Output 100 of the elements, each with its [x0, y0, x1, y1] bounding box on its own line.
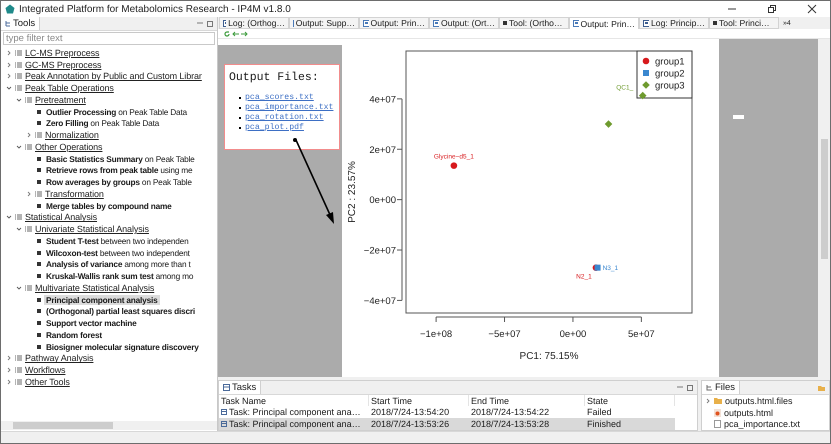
list-icon: [15, 62, 22, 68]
tool-item[interactable]: Support vector machine: [44, 318, 139, 328]
tool-item[interactable]: Student T-test between two independen: [44, 236, 190, 246]
tool-item[interactable]: Basic Statistics Summary on Peak Table: [44, 154, 197, 164]
tool-item[interactable]: Outlier Processing on Peak Table Data: [44, 106, 189, 117]
tool-item[interactable]: Row averages by groups on Peak Table: [44, 177, 194, 188]
task-icon: [221, 421, 227, 427]
minimize-icon[interactable]: [197, 20, 203, 26]
file-item[interactable]: pca_importance.txt: [702, 418, 829, 430]
y-tick-label: 0e+00: [369, 195, 396, 206]
forward-arrow-icon[interactable]: [241, 30, 248, 36]
tree-category[interactable]: Multivariate Statistical Analysis: [35, 282, 154, 293]
tools-tab[interactable]: Tools: [1, 17, 40, 30]
tool-item[interactable]: Wilcoxon-test between two independent: [44, 248, 192, 258]
output-files-title: Output Files:: [229, 71, 320, 84]
tree-category[interactable]: LC-MS Preprocess: [25, 48, 100, 58]
bullet-icon: [37, 321, 41, 326]
tree-category[interactable]: Transformation: [45, 188, 104, 199]
chevron-down-icon[interactable]: [16, 96, 22, 103]
chevron-down-icon[interactable]: [16, 284, 22, 291]
close-icon: [807, 4, 817, 14]
tree-category[interactable]: Peak Table Operations: [25, 83, 114, 94]
tool-item[interactable]: Random forest: [44, 330, 104, 340]
tree-category[interactable]: Other Tools: [25, 376, 70, 387]
files-icon: [706, 384, 713, 391]
text-file-icon: [714, 420, 721, 428]
vertical-scrollbar[interactable]: [818, 39, 830, 377]
file-link[interactable]: pca_rotation.txt: [245, 113, 324, 122]
chevron-right-icon[interactable]: [6, 378, 12, 385]
chevron-down-icon[interactable]: [6, 214, 12, 220]
back-arrow-icon[interactable]: [232, 30, 239, 36]
chevron-right-icon[interactable]: [6, 367, 12, 374]
editor-tab[interactable]: Log: (Orthog…: [219, 17, 289, 29]
file-item[interactable]: outputs.html: [702, 406, 829, 418]
tool-item[interactable]: Biosigner molecular signature discovery: [44, 342, 201, 352]
editor-tab[interactable]: Log: Princip…: [639, 17, 709, 29]
bullet-icon: [37, 332, 41, 337]
list-icon: [15, 50, 22, 56]
tool-item[interactable]: Zero Filling on Peak Table Data: [44, 118, 162, 128]
tree-category[interactable]: GC-MS Preprocess: [25, 60, 102, 70]
bullet-icon: [37, 168, 41, 172]
chevron-down-icon[interactable]: [16, 144, 22, 150]
list-icon: [15, 378, 22, 385]
refresh-icon[interactable]: [224, 30, 230, 36]
data-point: [604, 120, 612, 128]
tree-category[interactable]: Pathway Analysis: [25, 353, 94, 364]
tool-item[interactable]: Retrieve rows from peak table using me: [44, 165, 194, 176]
legend-box: [636, 50, 692, 98]
table-cell: Task: Principal component ana…: [219, 418, 369, 430]
bullet-icon: [37, 204, 41, 208]
editor-tab[interactable]: Tool: Princi…: [709, 17, 779, 29]
chevron-right-icon[interactable]: [26, 132, 32, 138]
files-tab[interactable]: Files: [702, 381, 740, 394]
tree-category[interactable]: Workflows: [25, 365, 66, 376]
file-link[interactable]: pca_importance.txt: [245, 103, 334, 112]
y-tick-label: 4e+07: [369, 94, 396, 106]
tool-item[interactable]: Merge tables by compound name: [44, 200, 174, 211]
table-cell: Finished: [585, 418, 675, 430]
editor-tab[interactable]: Output: Prin…: [359, 17, 429, 29]
chevron-right-icon[interactable]: [6, 62, 12, 68]
maximize-icon[interactable]: [207, 20, 213, 26]
window-title: Integrated Platform for Metabolomics Research - IP4M v1.8.0: [19, 4, 292, 14]
y-tick-label: −4e+07: [364, 296, 396, 307]
table-icon: [223, 384, 230, 391]
minimize-icon[interactable]: [677, 384, 683, 390]
tool-item[interactable]: Kruskal-Wallis rank sum test among mo: [44, 271, 196, 282]
tool-item[interactable]: Analysis of variance among more than t: [44, 259, 193, 270]
tool-item[interactable]: (Orthogonal) partial least squares discri: [44, 306, 198, 316]
chevron-right-icon[interactable]: [705, 398, 711, 404]
bullet-icon: [37, 180, 41, 184]
tree-category[interactable]: Other Operations: [35, 142, 102, 152]
tree-category[interactable]: Normalization: [45, 130, 99, 140]
bullet-icon: [37, 110, 41, 114]
filter-field[interactable]: type filter text: [3, 32, 215, 45]
legend-label: group1: [655, 56, 685, 68]
editor-tab[interactable]: Output: Supp…: [289, 17, 359, 29]
y-tick-label: 2e+07: [369, 144, 396, 156]
legend-label: group3: [655, 80, 685, 92]
tree-category[interactable]: Peak Annotation by Public and Custom Librar: [25, 71, 202, 82]
tasks-tab[interactable]: Tasks: [219, 381, 262, 394]
x-tick-label: 5e+07: [628, 329, 655, 340]
horizontal-scrollbar[interactable]: [1, 421, 217, 430]
chevron-down-icon[interactable]: [16, 226, 22, 232]
chevron-down-icon[interactable]: [6, 85, 12, 92]
editor-tab[interactable]: Output: Prin…: [569, 17, 639, 29]
tool-item[interactable]: Principal component analysis: [44, 294, 160, 305]
tree-category[interactable]: Univariate Statistical Analysis: [35, 224, 149, 234]
file-link[interactable]: pca_scores.txt: [245, 93, 314, 102]
chevron-right-icon[interactable]: [6, 73, 12, 80]
editor-tab[interactable]: Tool: (Ortho…: [499, 17, 569, 29]
file-link[interactable]: pca_plot.pdf: [245, 123, 304, 132]
x-axis-label: PC1: 75.15%: [520, 351, 578, 362]
chevron-right-icon[interactable]: [6, 50, 12, 56]
chevron-right-icon[interactable]: [26, 190, 32, 197]
tree-category[interactable]: Pretreatment: [35, 94, 86, 105]
maximize-icon[interactable]: [687, 384, 693, 390]
file-item[interactable]: outputs.html.files: [702, 395, 829, 407]
chevron-right-icon[interactable]: [6, 355, 12, 362]
tree-category[interactable]: Statistical Analysis: [25, 212, 98, 222]
editor-tab[interactable]: Output: (Ort…: [429, 17, 499, 29]
